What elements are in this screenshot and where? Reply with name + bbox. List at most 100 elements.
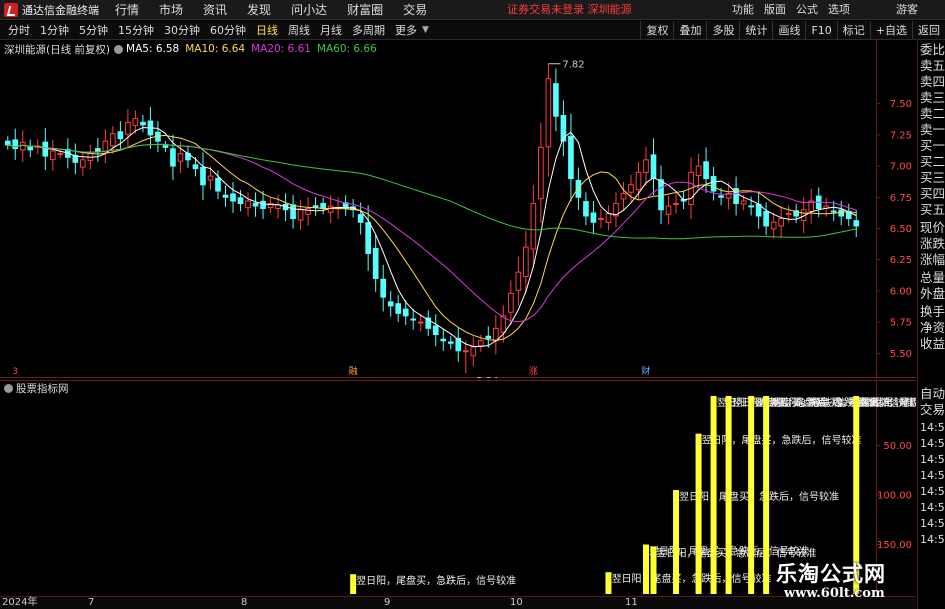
event-marker: 融 <box>349 366 358 377</box>
sidebar-item[interactable]: 涨跌 <box>918 236 945 252</box>
signal-bar <box>710 396 717 594</box>
candle-up <box>778 217 784 227</box>
menu-formula[interactable]: 公式 <box>791 0 823 20</box>
period-5min[interactable]: 5分钟 <box>74 21 113 40</box>
menu-options[interactable]: 选项 <box>823 0 855 20</box>
chevron-down-icon[interactable]: ▼ <box>422 25 429 35</box>
candle-up <box>477 340 484 347</box>
candle-down <box>763 211 769 227</box>
sidebar-item[interactable]: 换手 <box>918 304 945 320</box>
guest-button[interactable]: 游客 <box>891 0 923 20</box>
candle-down <box>402 308 409 317</box>
sidebar-item[interactable]: 卖二 <box>918 106 945 122</box>
candle-up <box>515 271 522 291</box>
candle-down <box>162 145 169 148</box>
gear-icon[interactable] <box>4 384 13 393</box>
menu-layout[interactable]: 版面 <box>759 0 791 20</box>
draw-line-button[interactable]: 画线 <box>772 21 805 40</box>
sidebar-item[interactable]: 现价 <box>918 220 945 236</box>
menu-news[interactable]: 资讯 <box>193 0 237 20</box>
menu-quotes[interactable]: 行情 <box>105 0 149 20</box>
menu-ask[interactable]: 问小达 <box>281 0 337 20</box>
candle-up <box>770 221 777 230</box>
candle-down <box>658 179 664 211</box>
adjust-button[interactable]: 复权 <box>640 21 673 40</box>
sidebar-item[interactable]: 卖五 <box>918 58 945 74</box>
period-more[interactable]: 更多 <box>390 21 422 40</box>
period-60min[interactable]: 60分钟 <box>205 21 251 40</box>
menu-market[interactable]: 市场 <box>149 0 193 20</box>
ma10-line <box>7 134 857 341</box>
candle-down <box>372 247 379 279</box>
sidebar-item[interactable]: 买二 <box>918 154 945 170</box>
candle-down <box>12 139 19 150</box>
price-chart[interactable]: 5.50 5.75 6.00 6.25 6.50 6.75 7.00 7.25 7.50 7.82… <box>0 40 916 378</box>
period-15min[interactable]: 15分钟 <box>113 21 159 40</box>
period-monthly[interactable]: 月线 <box>315 21 347 40</box>
sidebar-item[interactable]: 交易 <box>918 402 945 418</box>
sidebar-item[interactable]: 买三 <box>918 170 945 186</box>
candle-down <box>590 212 597 223</box>
sidebar-item[interactable]: 净资 <box>918 320 945 336</box>
period-weekly[interactable]: 周线 <box>283 21 315 40</box>
menu-trade[interactable]: 交易 <box>393 0 437 20</box>
y-tick-label: 6.00 <box>890 286 912 297</box>
candle-up <box>417 321 424 324</box>
period-intraday[interactable]: 分时 <box>3 21 35 40</box>
candle-up <box>545 78 552 148</box>
sidebar-item[interactable]: 涨幅 <box>918 252 945 268</box>
period-toolbar: 分时 1分钟 5分钟 15分钟 30分钟 60分钟 日线 周线 月线 多周期 更… <box>0 21 945 40</box>
candle-down <box>440 338 447 342</box>
sidebar-item[interactable]: 外盘 <box>918 286 945 302</box>
menu-wealth[interactable]: 财富圈 <box>337 0 393 20</box>
ma60-value: MA60: 6.66 <box>316 43 377 55</box>
signal-label: 翌日阳，尾盘买，急跌后，信号较准 <box>702 434 862 447</box>
candle-up <box>177 153 184 162</box>
gear-icon[interactable] <box>114 44 124 54</box>
period-1min[interactable]: 1分钟 <box>35 21 74 40</box>
trade-time: 14:50 <box>920 517 945 530</box>
sidebar-item[interactable]: 买一 <box>918 138 945 154</box>
candle-down <box>237 197 244 205</box>
quote-sidebar: 委比 卖五 卖四 卖三 卖二 卖一 买一 买二 买三 买四 买五 现价 涨跌 涨… <box>917 40 945 609</box>
sidebar-item[interactable]: 卖一 <box>918 122 945 138</box>
sidebar-item[interactable]: 买四 <box>918 186 945 202</box>
candle-down <box>215 177 221 192</box>
candle-up <box>102 140 109 153</box>
sidebar-item[interactable]: 自动 <box>918 386 945 402</box>
signal-label: 翌日阳，尾盘买，急跌后，信号较准 <box>859 396 916 409</box>
sidebar-item[interactable]: 买五 <box>918 202 945 218</box>
sidebar-item[interactable]: 总量 <box>918 270 945 286</box>
candle-down <box>410 318 417 321</box>
candle-down <box>447 341 454 344</box>
overlay-button[interactable]: 叠加 <box>673 21 706 40</box>
period-multi[interactable]: 多周期 <box>347 21 390 40</box>
sidebar-item[interactable]: 收益 <box>918 336 945 352</box>
menu-function[interactable]: 功能 <box>727 0 759 20</box>
y-tick-label: 6.25 <box>890 255 912 266</box>
multi-stock-button[interactable]: 多股 <box>706 21 739 40</box>
sidebar-item[interactable]: 卖四 <box>918 74 945 90</box>
y-tick-label: 5.75 <box>890 318 912 329</box>
candle-down <box>718 195 724 198</box>
mark-button[interactable]: 标记 <box>836 21 870 40</box>
sidebar-item[interactable]: 委比 <box>918 42 945 58</box>
candle-down <box>230 193 236 202</box>
trade-login-notice[interactable]: 证券交易未登录 深圳能源 <box>503 0 636 20</box>
candle-up <box>245 200 251 209</box>
app-logo-icon <box>4 2 18 17</box>
back-button[interactable]: 返回 <box>912 21 945 40</box>
period-30min[interactable]: 30分钟 <box>159 21 205 40</box>
period-daily[interactable]: 日线 <box>251 21 283 40</box>
signal-label: 翌日阳，尾盘买，急跌后，信号较准 <box>679 490 839 503</box>
add-watchlist-button[interactable]: +自选 <box>869 21 912 40</box>
f10-button[interactable]: F10 <box>805 21 836 40</box>
high-price-label: 7.82 <box>562 60 584 71</box>
candle-down <box>553 83 559 117</box>
candle-down <box>192 164 199 170</box>
app-logo[interactable]: 通达信金融终端 <box>0 0 105 20</box>
sidebar-item[interactable]: 卖三 <box>918 90 945 106</box>
menu-discover[interactable]: 发现 <box>237 0 281 20</box>
candle-up <box>297 209 304 221</box>
stats-button[interactable]: 统计 <box>739 21 772 40</box>
